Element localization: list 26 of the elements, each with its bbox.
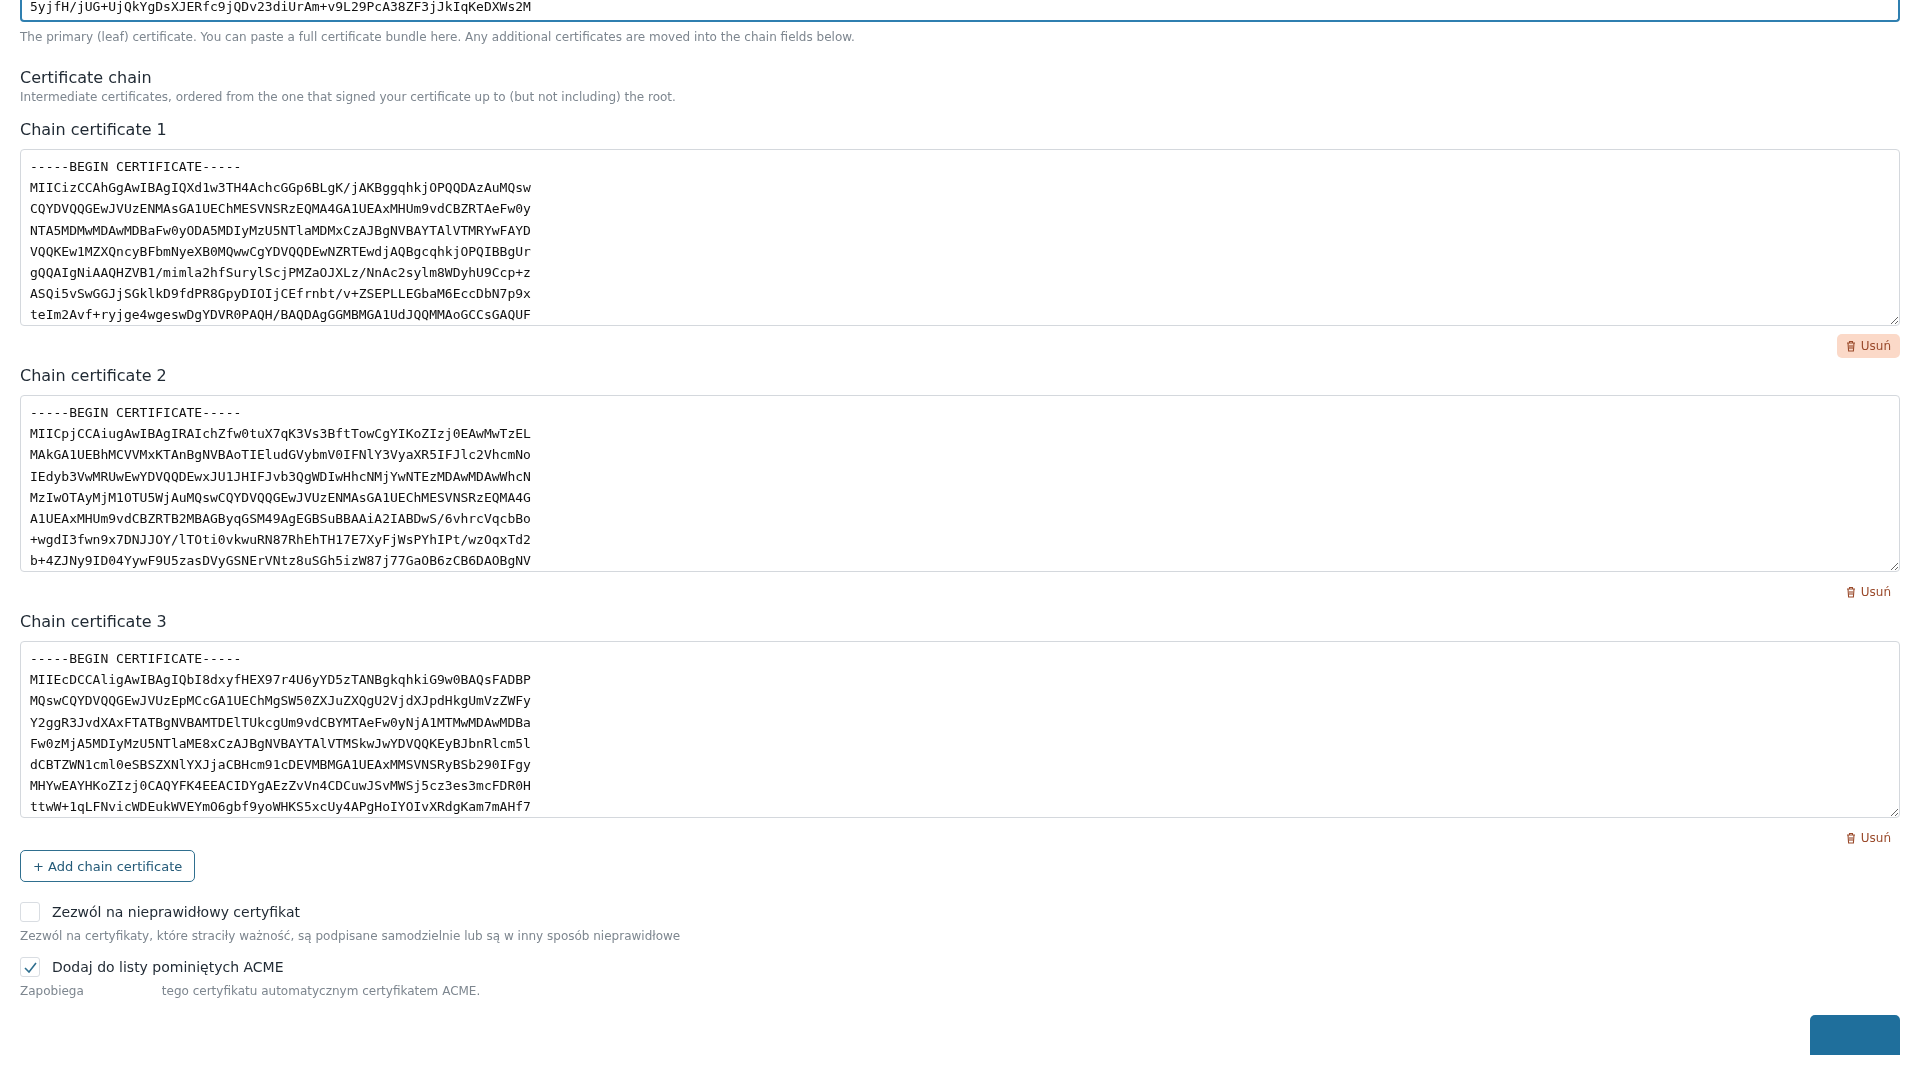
certificate-field[interactable]: -----BEGIN CERTIFICATE----- MIIEcDCCAligAwIBAgIQbI8dxyfHEX97r4U6yYD5zTANBgkqhkiG9w0BAQsFADBP MQswCQYDVQQGEwJVUzEpMCcGA1UEChMgSW50ZXJuZXQgU2VjdXJpdHkgUmVzZWFy Y2ggR3JvdXAxFTATBgNVBAMTDElTUkcgUm9vdCBYMTAeFw0yNjA1MTMwMDAwMDBa Fw0zMjA5MDIyMzU5NTlaME8xCzAJBgNVBAYTAlVTMSkwJwYDVQQKEyBJbnRlcm5l dCBTZWN1cml0eSBSZXNlYXJjaCBHcm91cDEVMBMGA1UEAxMMSVNSRyBSb290IFgy MHYwEAYHKoZIzj0CAQYFK4EEACIDYgAEzZvVn4CDCuwJSvMWSj5cz3es3mcFDR0H ttwW+1qLFNvicWDEukWVEYmO6gbf9yoWHKS5xcUy4APgHoIYOIvXRdgKam7mAHf7 xyxy=(20,641,1900,818)
field-label: Chain certificate 3 xyxy=(20,612,168,631)
certificate-field[interactable]: -----BEGIN CERTIFICATE----- MIICizCCAhGgAwIBAgIQXd1w3TH4AchcGGp6BLgK/jAKBggqhkjOPQQDAzAuMQsw CQYDVQQGEwJVUzENMAsGA1UEChMESVNSRzEQMA4GA1UEAxMHUm9vdCBZRTAeFw0y NTA5MDMwMDAwMDBaFw0yODA5MDIyMzU5NTlaMDMxCzAJBgNVBAYTAlVTMRYwFAYD VQQKEw1MZXQncyBFbmNyeXB0MQwwCgYDVQQDEwNZRTEwdjAQBgcqhkjOPQIBBgUr gQQAIgNiAAQHZVB1/mimla2hfSurylScjPMZaOJXLz/NnAc2sylm8WDyhU9Ccp+z ASQi5vSwGGJjSGklkD9fdPR8GpyDIOIjCEfrnbt/v+ZSEPLLEGbaM6EccDbN7p9x teIm2Avf+ryjge4wgeswDgYDVR0PAQH/BAQDAgGGMBMGA1UdJQQMMAoGCCsGAQUF xyxy=(20,149,1900,326)
help-text: tego certyfikatu automatycznym certyfikatem ACME. xyxy=(161,984,481,998)
add-chain-button[interactable]: + Add chain certificate xyxy=(20,850,196,882)
field-label: Chain certificate 2 xyxy=(20,366,168,385)
delete-button[interactable]: Usuń xyxy=(1836,826,1900,850)
help-text: Zezwól na certyfikaty, które straciły ważność, są podpisane samodzielnie lub są w inny sposób nieprawidłowe xyxy=(20,929,681,943)
field-label: Chain certificate 1 xyxy=(20,120,168,139)
trash-icon xyxy=(1845,832,1856,844)
checkbox-label: Zezwól na nieprawidłowy certyfikat xyxy=(52,904,300,920)
section-description: Intermediate certificates, ordered from the one that signed your certificate up to (but not including) the root. xyxy=(20,90,677,104)
checkbox[interactable] xyxy=(20,957,40,977)
check-icon xyxy=(23,961,37,973)
trash-icon xyxy=(1845,586,1856,598)
help-text: Zapobiega xyxy=(20,984,84,998)
trash-icon xyxy=(1845,340,1856,352)
checkbox[interactable] xyxy=(20,902,40,922)
delete-button[interactable]: Usuń xyxy=(1836,334,1900,358)
checkbox-label: Dodaj do listy pominiętych ACME xyxy=(52,959,284,975)
help-text: The primary (leaf) certificate. You can paste a full certificate bundle here. Any additional certificates are moved into the chain fields below. xyxy=(20,30,856,44)
certificate-field[interactable]: 5yjfH/jUG+UjQkYgDsXJERfc9jQDv23diUrAm+v9L29PcA38ZF3jJkIqKeDXWs2M xyxy=(20,0,1900,22)
section-title: Certificate chain xyxy=(20,68,153,87)
submit-button[interactable] xyxy=(1810,1015,1900,1055)
delete-button[interactable]: Usuń xyxy=(1836,580,1900,604)
certificate-field[interactable]: -----BEGIN CERTIFICATE----- MIICpjCCAiugAwIBAgIRAIchZfw0tuX7qK3Vs3BftTowCgYIKoZIzj0EAwMwTzEL MAkGA1UEBhMCVVMxKTAnBgNVBAoTIEludGVybmV0IFNlY3VyaXR5IFJlc2VhcmNo IEdyb3VwMRUwEwYDVQQDEwxJU1JHIFJvb3QgWDIwHhcNMjYwNTEzMDAwMDAwWhcN MzIwOTAyMjM1OTU5WjAuMQswCQYDVQQGEwJVUzENMAsGA1UEChMESVNSRzEQMA4G A1UEAxMHUm9vdCBZRTB2MBAGByqGSM49AgEGBSuBBAAiA2IABDwS/6vhrcVqcbBo +wgdI3fwn9x7DNJJOY/lTOti0vkwuRN87RhEhTH17E7XyFjWsPYhIPt/wzOqxTd2 b+4ZJNy9ID04YywF9U5zasDVyGSNErVNtz8uSGh5izW87j77GaOB6zCB6DAOBgNV xyxy=(20,395,1900,572)
